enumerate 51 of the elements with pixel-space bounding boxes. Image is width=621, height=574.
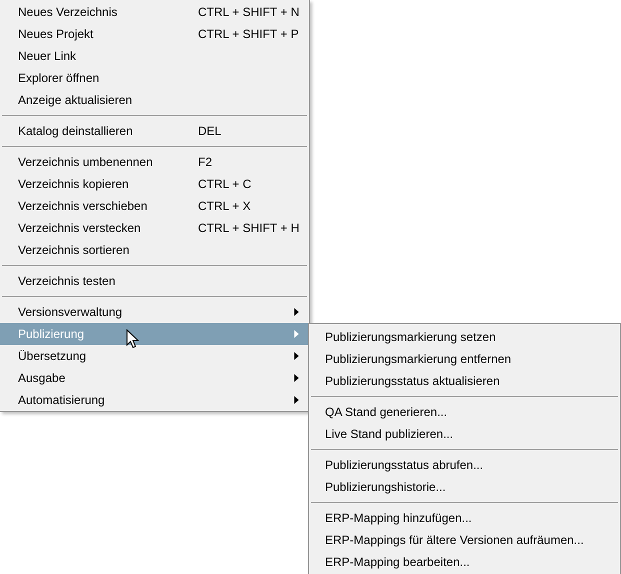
menu-item[interactable]: Verzeichnis verstecken CTRL + SHIFT + H [0, 217, 309, 239]
shortcut-label: CTRL + SHIFT + P [198, 26, 299, 43]
menu-item-label: Versionsverwaltung [18, 304, 122, 321]
menu-item-label: Verzeichnis sortieren [18, 242, 130, 259]
menu-item[interactable]: Ausgabe [0, 367, 309, 389]
shortcut-label: DEL [198, 123, 222, 140]
menu-item-label: Ausgabe [18, 370, 66, 387]
menu-item-label: Verzeichnis kopieren [18, 176, 129, 193]
menu-item[interactable]: Publizierungsstatus aktualisieren [309, 370, 620, 392]
menu-item[interactable]: Verzeichnis kopieren CTRL + C [0, 173, 309, 195]
menu-item[interactable]: ERP-Mappings für ältere Versionen aufräumen... [309, 529, 620, 551]
mouse-pointer-icon [126, 329, 139, 349]
menu-item[interactable]: ERP-Mapping hinzufügen... [309, 507, 620, 529]
menu-item[interactable]: Anzeige aktualisieren [0, 89, 309, 111]
menu-item[interactable]: Übersetzung [0, 345, 309, 367]
menu-item[interactable]: Neues Verzeichnis CTRL + SHIFT + N [0, 1, 309, 23]
menu-item-label: Verzeichnis verschieben [18, 198, 148, 215]
menu-item-label: Verzeichnis testen [18, 273, 116, 290]
menu-item-label: Anzeige aktualisieren [18, 92, 132, 109]
shortcut-label: F2 [198, 154, 214, 171]
menu-item-label: Verzeichnis umbenennen [18, 154, 153, 171]
menu-item[interactable]: Verzeichnis umbenennen F2 [0, 151, 309, 173]
menu-item[interactable]: Versionsverwaltung [0, 301, 309, 323]
menu-item[interactable]: Neues Projekt CTRL + SHIFT + P [0, 23, 309, 45]
menu-item-label: Übersetzung [18, 348, 86, 365]
menu-item[interactable]: Katalog deinstallieren DEL [0, 120, 309, 142]
menu-item-label: Katalog deinstallieren [18, 123, 133, 140]
menu-item[interactable]: Live Stand publizieren... [309, 423, 620, 445]
menu-item-label: Neuer Link [18, 48, 76, 65]
shortcut-label: CTRL + X [198, 198, 252, 215]
menu-item[interactable]: Neuer Link [0, 45, 309, 67]
menu-item[interactable]: ERP-Mapping bearbeiten... [309, 551, 620, 573]
menu-item[interactable]: Publizierungsstatus abrufen... [309, 454, 620, 476]
menu-item[interactable]: Publizierungshistorie... [309, 476, 620, 498]
menu-item-label: Neues Verzeichnis [18, 4, 118, 21]
menu-item[interactable]: Automatisierung [0, 389, 309, 411]
menu-item[interactable]: Explorer öffnen [0, 67, 309, 89]
menu-item[interactable]: QA Stand generieren... [309, 401, 620, 423]
menu-item-label: Publizierung [18, 326, 84, 343]
shortcut-label: CTRL + C [198, 176, 252, 193]
menu-item-label: Explorer öffnen [18, 70, 100, 87]
shortcut-label: CTRL + SHIFT + N [198, 4, 299, 21]
shortcut-label: CTRL + SHIFT + H [198, 220, 299, 237]
menu-item[interactable]: Verzeichnis testen [0, 270, 309, 292]
menu-item-label: Automatisierung [18, 392, 105, 409]
menu-item-label: Verzeichnis verstecken [18, 220, 141, 237]
menu-item[interactable]: Verzeichnis sortieren [0, 239, 309, 261]
menu-item[interactable]: Verzeichnis verschieben CTRL + X [0, 195, 309, 217]
menu-item[interactable]: Publizierungsmarkierung setzen [309, 326, 620, 348]
menu-item[interactable]: Publizierungsmarkierung entfernen [309, 348, 620, 370]
menu-item-label: Neues Projekt [18, 26, 94, 43]
